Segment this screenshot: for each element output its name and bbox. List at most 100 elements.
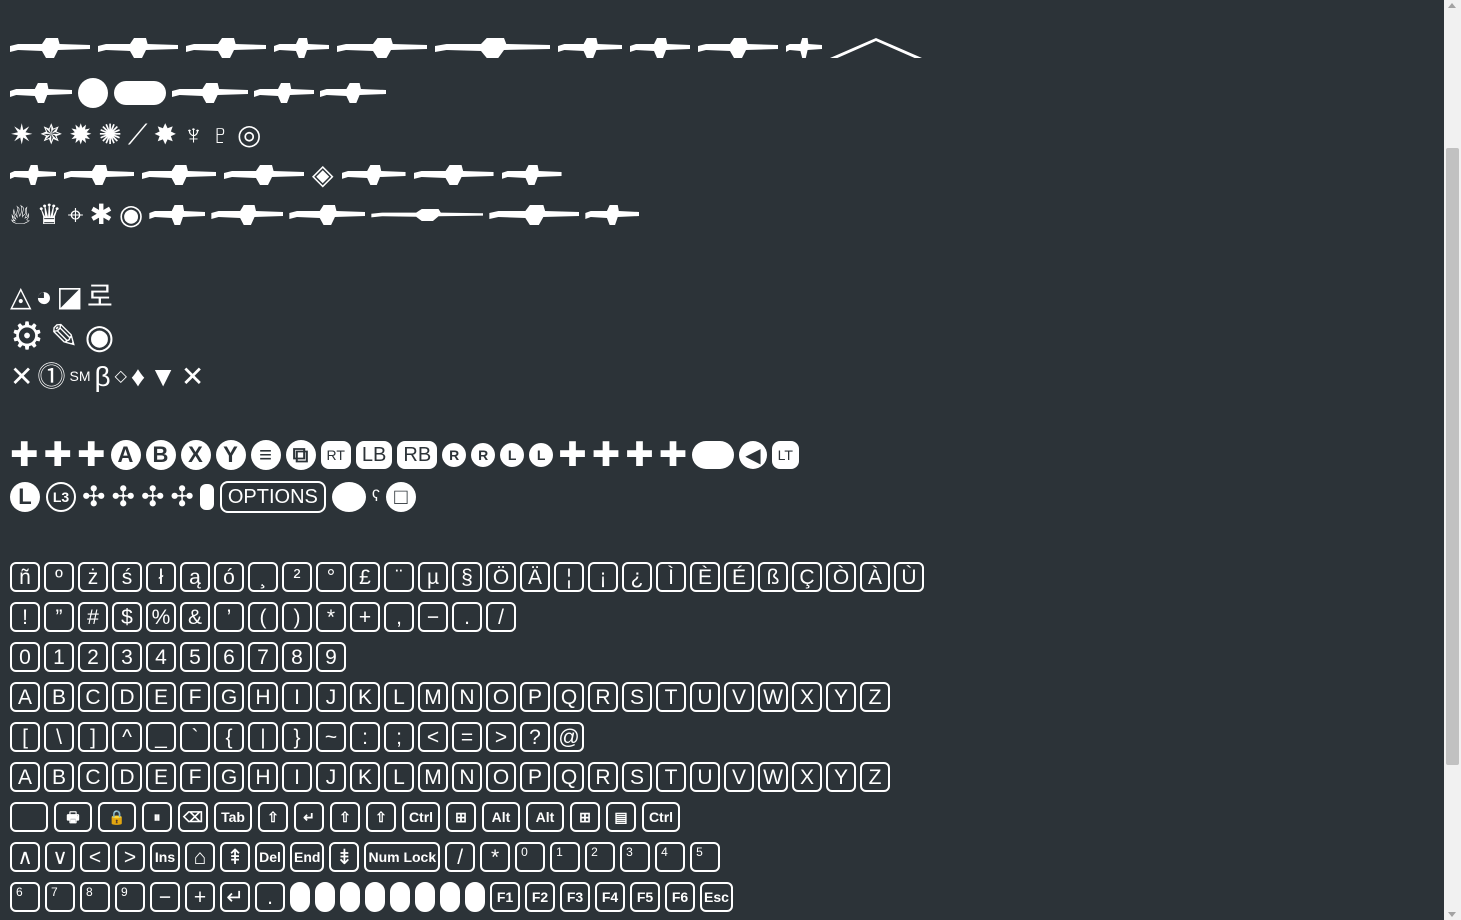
key-alt-m: M <box>418 762 448 792</box>
key-k: K <box>350 682 380 712</box>
ring-icon: ◉ <box>118 199 144 230</box>
key-m: M <box>418 682 448 712</box>
key-punct-3: $ <box>112 602 142 632</box>
key-digit-7: 7 <box>248 642 278 672</box>
brackets-key-row: [\] ^ _ `{|} ~:; < = >? @ <box>10 722 584 752</box>
key-punct-0: ! <box>10 602 40 632</box>
uppercase-key-row: ABCDEFGHIJKLMNOPQRSTUVWXYZ <box>10 682 890 712</box>
lt-icon: LT <box>771 441 799 469</box>
key-alt-n: N <box>452 762 482 792</box>
key-accent-21: É <box>724 562 754 592</box>
auto-rifle-icon <box>10 38 90 58</box>
back-button-icon: ◀ <box>739 441 767 469</box>
key-alt-w: W <box>758 762 788 792</box>
ship-icon <box>142 165 216 185</box>
key-f: F <box>180 682 210 712</box>
burst-icon <box>254 83 314 103</box>
symbol-1: ◕ <box>35 281 53 312</box>
symbol-2: ◪ <box>56 281 83 312</box>
shift-left-key: ⇧ <box>330 802 360 832</box>
scroll-down-arrow-icon[interactable] <box>1448 912 1456 917</box>
smg-icon <box>630 38 690 58</box>
symbol-row3-3: β <box>94 361 111 392</box>
key-b: B <box>44 682 74 712</box>
key-alt-g: G <box>214 762 244 792</box>
key-digit-0: 0 <box>10 642 40 672</box>
scroll-thumb[interactable] <box>1446 148 1459 765</box>
punctuation-key-row: !” # $% &’() * +, −. / <box>10 602 516 632</box>
key-digit-3: 3 <box>112 642 142 672</box>
key-digit-4: 4 <box>146 642 176 672</box>
numpad-key-3: 9 <box>115 882 145 912</box>
key-symbol-8: } <box>282 722 312 752</box>
glaive-icon: ⟋ <box>127 119 148 150</box>
numpad-key-6: ↵ <box>220 882 250 912</box>
key-alt-k: K <box>350 762 380 792</box>
compact-rifle-icon <box>585 205 640 225</box>
carbine-icon <box>211 205 284 225</box>
key-accent-8: ² <box>282 562 312 592</box>
element-icons-row-3: ✷ ✵ ✹ ✺ ⟋ ✸ ♆ ♇ ◎ <box>10 118 261 152</box>
key-symbol-15: ? <box>520 722 550 752</box>
mouse-icon-0 <box>290 882 310 912</box>
symbol-row3-1: ⓵ <box>37 361 66 392</box>
starburst-icon: ✵ <box>39 119 63 150</box>
key-symbol-11: ; <box>384 722 414 752</box>
key-accent-24: Ò <box>826 562 856 592</box>
key-symbol-0: [ <box>10 722 40 752</box>
dpad-outline-icon-4: ✣ <box>170 481 194 512</box>
menu-button-icon: ≡ <box>250 440 281 470</box>
dpad-icon: ✚ <box>10 436 39 474</box>
key-punct-4: % <box>146 602 176 632</box>
scythe-icon: ♇ <box>209 119 231 150</box>
numpad-key-0: 6 <box>10 882 40 912</box>
sniper-rifle-icon <box>435 38 550 58</box>
mouse-icon-7 <box>465 882 485 912</box>
key-digit-2: 2 <box>78 642 108 672</box>
symbol-0: ◬ <box>10 281 32 312</box>
enter-key: ↵ <box>294 802 324 832</box>
b-button-icon: B <box>145 440 176 470</box>
scrollbar[interactable] <box>1444 0 1461 920</box>
key-punct-13: . <box>452 602 482 632</box>
key-v: V <box>724 682 754 712</box>
key-z: Z <box>860 682 890 712</box>
key-accent-0: ñ <box>10 562 40 592</box>
fkey-3: F4 <box>595 882 625 912</box>
fusion-rifle-icon <box>558 38 622 58</box>
key-alt-h: H <box>248 762 278 792</box>
jet-icon <box>224 165 304 185</box>
cross-icon-1: ✚ <box>558 436 587 474</box>
symbol-row3-7: ✕ <box>180 361 205 392</box>
key-punct-9: * <box>316 602 346 632</box>
symbols-row-1: ◬ ◕ ◪ 로 <box>10 280 113 314</box>
scout-rifle-icon <box>186 38 266 58</box>
alt-right-key: Alt <box>526 802 564 832</box>
key-symbol-12: < <box>418 722 448 752</box>
square-button-icon: □ <box>385 482 416 512</box>
key-e: E <box>146 682 176 712</box>
key-alt-u: U <box>690 762 720 792</box>
rb-icon: RB <box>397 441 438 469</box>
win-right-key: ⊞ <box>570 802 600 832</box>
scroll-up-arrow-icon[interactable] <box>1448 3 1456 8</box>
dpad-outline-icon-2: ✣ <box>111 481 135 512</box>
key-punct-6: ’ <box>214 602 244 632</box>
eye-icon: ◉ <box>84 318 115 356</box>
key-digit-8: 8 <box>282 642 312 672</box>
symbol-3: 로 <box>86 281 113 312</box>
special-key-17: 4 <box>655 842 686 872</box>
key-c: C <box>78 682 108 712</box>
symbols-row-2: ⚙ ✎ ◉ <box>10 318 115 356</box>
cross-icon-2: ✚ <box>591 436 621 474</box>
web-icon: ✸ <box>153 119 177 150</box>
key-g: G <box>214 682 244 712</box>
special-keys-row-1: 🖶 🔒 ⏸ ⌫ Tab ⇧ ↵ ⇧ ⇧ Ctrl ⊞ Alt Alt ⊞ ▤ Ctrl <box>10 802 680 832</box>
special-key-13: 0 <box>515 842 546 872</box>
vehicle-icons-row-4: ◈ <box>10 158 562 192</box>
key-alt-j: J <box>316 762 346 792</box>
numpad-key-7: . <box>255 882 285 912</box>
l3-icon: L3 <box>46 482 76 512</box>
key-alt-x: X <box>792 762 822 792</box>
mouse-icon-1 <box>315 882 335 912</box>
